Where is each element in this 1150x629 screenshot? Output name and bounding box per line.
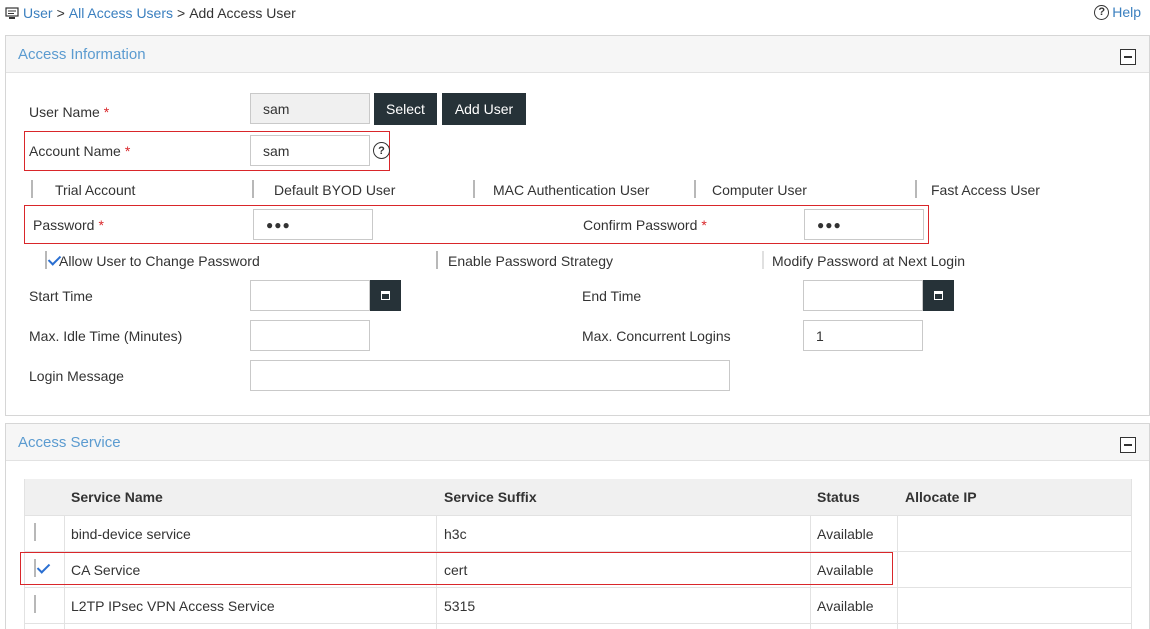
column-service-name[interactable]: Service Name	[71, 489, 163, 505]
max-idle-time-input[interactable]	[250, 320, 370, 351]
login-message-input[interactable]	[250, 360, 730, 391]
mac-authentication-user-label: MAC Authentication User	[493, 182, 650, 198]
password-highlight	[24, 205, 929, 244]
table-header: Service Name Service Suffix Status Alloc…	[25, 479, 1131, 516]
max-concurrent-logins-input[interactable]: 1	[803, 320, 923, 351]
user-name-label: User Name *	[29, 104, 110, 120]
breadcrumb-separator: >	[177, 5, 186, 21]
user-name-input[interactable]: sam	[250, 93, 370, 124]
max-idle-time-label: Max. Idle Time (Minutes)	[29, 328, 183, 344]
table-row[interactable]: bind-device service h3c Available	[25, 516, 1131, 552]
trial-account-checkbox[interactable]	[31, 180, 33, 198]
login-message-label: Login Message	[29, 368, 124, 384]
service-suffix-cell: 5315	[444, 598, 476, 614]
allow-change-password-checkbox[interactable]	[45, 251, 47, 269]
help-icon: ?	[1094, 4, 1110, 20]
service-name-cell: bind-device service	[71, 526, 191, 542]
row-select-checkbox[interactable]	[34, 523, 36, 541]
confirm-password-input[interactable]: ●●●	[804, 209, 924, 240]
access-information-title: Access Information	[18, 46, 146, 63]
collapse-icon[interactable]	[1120, 437, 1136, 453]
breadcrumb-separator: >	[56, 5, 65, 21]
status-cell: Available	[817, 526, 874, 542]
breadcrumb-all-access-users-link[interactable]: All Access Users	[69, 5, 173, 21]
breadcrumb-user-link[interactable]: User	[23, 5, 53, 21]
end-time-calendar-button[interactable]	[923, 280, 954, 311]
password-label: Password *	[33, 217, 104, 233]
modify-password-next-login-label: Modify Password at Next Login	[772, 253, 965, 269]
table-row[interactable]: L2TP IPsec VPN Access Service 5315 Avail…	[25, 588, 1131, 624]
select-button[interactable]: Select	[374, 93, 437, 125]
account-name-label: Account Name *	[29, 143, 131, 159]
add-user-button[interactable]: Add User	[442, 93, 526, 125]
help-link[interactable]: ? Help	[1094, 4, 1141, 20]
status-cell: Available	[817, 598, 874, 614]
start-time-label: Start Time	[29, 288, 93, 304]
breadcrumb-current: Add Access User	[189, 5, 296, 21]
modify-password-next-login-checkbox[interactable]	[762, 251, 764, 269]
password-input[interactable]: ●●●	[253, 209, 373, 240]
access-service-header: Access Service	[6, 424, 1149, 461]
start-time-input[interactable]	[250, 280, 370, 311]
column-status[interactable]: Status	[817, 489, 860, 505]
default-byod-user-label: Default BYOD User	[274, 182, 396, 198]
column-service-suffix[interactable]: Service Suffix	[444, 489, 537, 505]
collapse-icon[interactable]	[1120, 49, 1136, 65]
account-name-input[interactable]: sam	[250, 135, 370, 166]
start-time-calendar-button[interactable]	[370, 280, 401, 311]
breadcrumb: User > All Access Users > Add Access Use…	[5, 4, 296, 22]
computer-user-label: Computer User	[712, 182, 807, 198]
default-byod-user-checkbox[interactable]	[252, 180, 254, 198]
service-suffix-cell: h3c	[444, 526, 467, 542]
end-time-input[interactable]	[803, 280, 923, 311]
calendar-icon	[381, 291, 390, 300]
end-time-label: End Time	[582, 288, 642, 304]
fast-access-user-label: Fast Access User	[931, 182, 1040, 198]
max-concurrent-logins-label: Max. Concurrent Logins	[582, 328, 731, 344]
computer-user-checkbox[interactable]	[694, 180, 696, 198]
service-name-cell: L2TP IPsec VPN Access Service	[71, 598, 275, 614]
calendar-icon	[934, 291, 943, 300]
row-select-checkbox[interactable]	[34, 595, 36, 613]
enable-password-strategy-checkbox[interactable]	[436, 251, 438, 269]
help-hint-icon[interactable]: ?	[373, 142, 390, 159]
access-service-title: Access Service	[18, 434, 121, 451]
confirm-password-label: Confirm Password *	[583, 217, 707, 233]
access-information-header: Access Information	[6, 36, 1149, 73]
ca-service-highlight	[20, 552, 893, 585]
mac-authentication-user-checkbox[interactable]	[473, 180, 475, 198]
allow-change-password-label: Allow User to Change Password	[59, 253, 260, 269]
trial-account-label: Trial Account	[55, 182, 136, 198]
fast-access-user-checkbox[interactable]	[915, 180, 917, 198]
column-allocate-ip: Allocate IP	[905, 489, 977, 505]
enable-password-strategy-label: Enable Password Strategy	[448, 253, 613, 269]
help-label: Help	[1112, 4, 1141, 20]
user-list-icon	[5, 6, 19, 20]
